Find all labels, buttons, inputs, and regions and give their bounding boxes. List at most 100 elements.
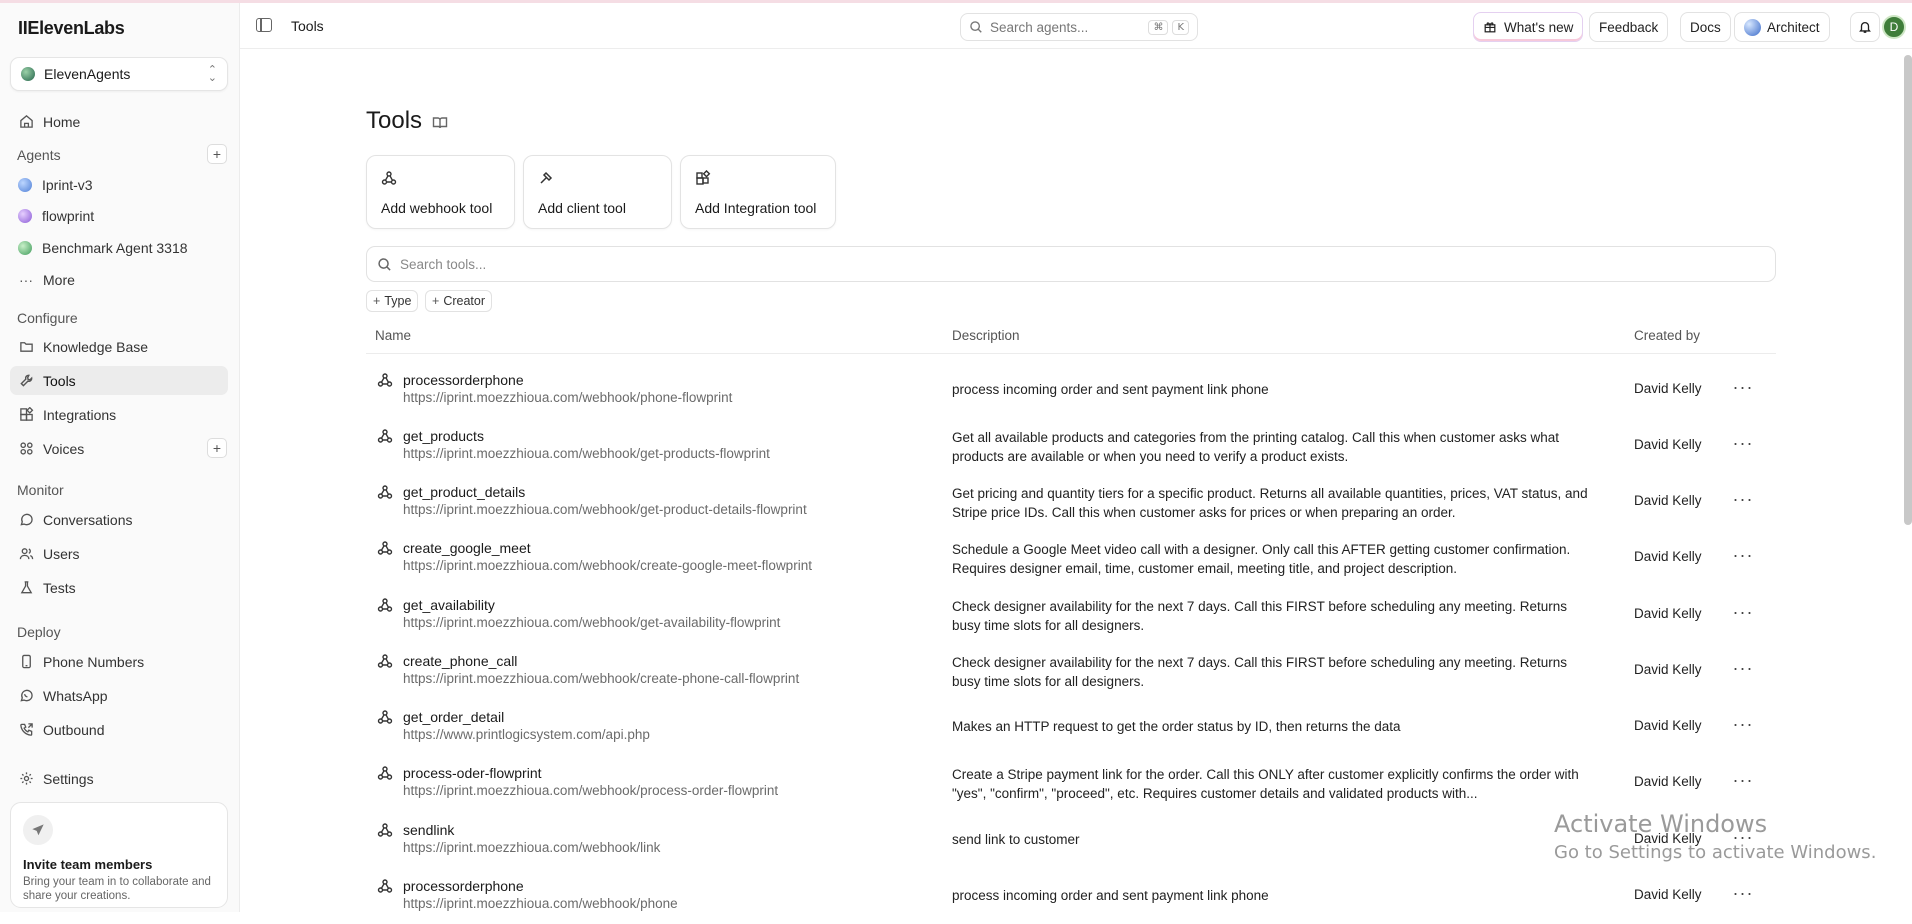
tool-url: https://iprint.moezzhioua.com/webhook/ph… [403,390,733,405]
sidebar-item-users[interactable]: Users [10,539,228,568]
sidebar-item-label: Settings [43,770,94,787]
sidebar-item-label: Voices [43,440,85,457]
sidebar-item-label: Knowledge Base [43,338,149,355]
table-row[interactable]: processorderphone https://iprint.moezzhio… [366,362,1776,418]
column-header-name[interactable]: Name [375,328,411,343]
breadcrumb-title: Tools [291,18,324,34]
tool-name: sendlink [403,822,455,838]
flask-icon [18,580,34,596]
configure-section-label: Configure [17,310,78,326]
more-options-icon[interactable]: ··· [1730,378,1756,402]
tool-description: Check designer availability for the next… [952,599,1568,633]
sidebar-item-label: More [43,271,75,288]
sidebar-item-home[interactable]: Home [10,107,228,136]
sidebar-item-label: WhatsApp [43,687,108,704]
table-row[interactable]: processorderphone https://iprint.moezzhio… [366,868,1776,924]
filter-creator-chip[interactable]: + Creator [425,290,492,312]
tool-creator: David Kelly [1634,774,1702,789]
page-title: Tools [366,107,423,134]
architect-label: Architect [1767,19,1820,35]
table-row[interactable]: process-oder-flowprint https://iprint.moe… [366,755,1776,811]
sidebar-item-knowledge-base[interactable]: Knowledge Base [10,332,228,361]
invite-title: Invite team members [23,857,153,872]
sidebar-item-tests[interactable]: Tests [10,573,228,602]
bell-icon [1859,21,1871,33]
tool-url: https://iprint.moezzhioua.com/webhook/cr… [403,671,800,686]
sidebar-item-whatsapp[interactable]: WhatsApp [10,681,228,710]
feedback-button[interactable]: Feedback [1589,12,1669,42]
tool-name: processorderphone [403,878,524,894]
app-logo[interactable]: IIElevenLabs [18,18,125,39]
agents-section-label: Agents [17,147,61,163]
more-options-icon[interactable]: ··· [1730,771,1756,795]
more-options-icon[interactable]: ··· [1730,715,1756,739]
sidebar-item-tools[interactable]: Tools [10,366,228,395]
more-options-icon[interactable]: ··· [1730,603,1756,627]
sidebar-item-integrations[interactable]: Integrations [10,400,228,429]
architect-button[interactable]: Architect [1734,12,1830,42]
filter-type-chip[interactable]: + Type [366,290,419,312]
user-avatar[interactable]: D [1882,15,1906,39]
table-row[interactable]: get_products https://iprint.moezzhioua.co… [366,418,1776,474]
phone-device-icon [18,654,34,670]
table-row[interactable]: get_availability https://iprint.moezzhiou… [366,587,1776,643]
tool-description: send link to customer [952,832,1080,847]
tool-name: get_products [403,428,484,444]
sidebar-item-label: Users [43,545,80,562]
book-open-icon[interactable] [432,115,448,134]
add-client-tool-button[interactable]: Add client tool [523,155,672,229]
add-webhook-tool-button[interactable]: Add webhook tool [366,155,515,229]
action-label: Add Integration tool [695,200,817,216]
workspace-label: ElevenAgents [44,66,131,82]
sidebar-item-label: Tools [43,372,76,389]
whats-new-label: What's new [1504,19,1574,35]
more-options-icon[interactable]: ··· [1730,659,1756,683]
add-voice-button[interactable]: + [207,438,227,458]
more-options-icon[interactable]: ··· [1730,546,1756,570]
search-agents-input[interactable]: Search agents... ⌘ K [960,13,1198,41]
sidebar-item-outbound[interactable]: Outbound [10,715,228,744]
webhook-icon [377,484,393,503]
webhook-icon [377,709,393,728]
notifications-button[interactable] [1850,12,1880,42]
sidebar-toggle-icon[interactable] [256,18,272,32]
whats-new-button[interactable]: What's new [1473,12,1584,42]
tool-name: get_availability [403,597,495,613]
more-options-icon[interactable]: ··· [1730,490,1756,514]
integrations-icon [18,407,34,423]
workspace-selector[interactable]: ElevenAgents ⌃ ⌄ [10,57,228,91]
tool-creator: David Kelly [1634,493,1702,508]
add-integration-tool-button[interactable]: Add Integration tool [680,155,836,229]
table-row[interactable]: create_google_meet https://iprint.moezzhi… [366,530,1776,586]
search-tools-input[interactable]: Search tools... [366,246,1776,282]
sidebar-item-label: Benchmark Agent 3318 [42,239,188,256]
sidebar-item-settings[interactable]: Settings [10,764,228,793]
table-row[interactable]: get_order_detail https://www.printlogicsy… [366,699,1776,755]
column-header-description: Description [952,328,1020,343]
invite-team-card[interactable]: Invite team members Bring your team in t… [10,802,228,908]
sidebar-item-agent-benchmark[interactable]: Benchmark Agent 3318 [10,233,228,262]
sidebar-item-label: Conversations [43,511,133,528]
docs-button[interactable]: Docs [1680,12,1731,42]
watermark-line-1: Activate Windows [1554,810,1768,838]
table-row[interactable]: create_phone_call https://iprint.moezzhio… [366,643,1776,699]
sidebar-item-agent-iprint-v3[interactable]: Iprint-v3 [10,170,228,199]
gear-icon [18,771,34,787]
table-row[interactable]: get_product_details https://iprint.moezzh… [366,474,1776,530]
tool-creator: David Kelly [1634,718,1702,733]
add-agent-button[interactable]: + [207,144,227,164]
sidebar-item-voices[interactable]: Voices [10,434,228,463]
action-label: Add webhook tool [381,200,493,216]
page-scrollbar[interactable] [1904,55,1912,525]
filter-label: Type [384,294,412,308]
more-options-icon[interactable]: ··· [1730,884,1756,908]
sidebar-item-phone-numbers[interactable]: Phone Numbers [10,647,228,676]
sidebar-item-label: Outbound [43,721,105,738]
sidebar-item-more[interactable]: ··· More [10,265,228,294]
search-placeholder: Search agents... [990,19,1089,35]
sidebar-item-agent-flowprint[interactable]: flowprint [10,201,228,230]
tool-name: processorderphone [403,372,524,388]
folder-icon [18,339,34,355]
sidebar-item-conversations[interactable]: Conversations [10,505,228,534]
more-options-icon[interactable]: ··· [1730,434,1756,458]
